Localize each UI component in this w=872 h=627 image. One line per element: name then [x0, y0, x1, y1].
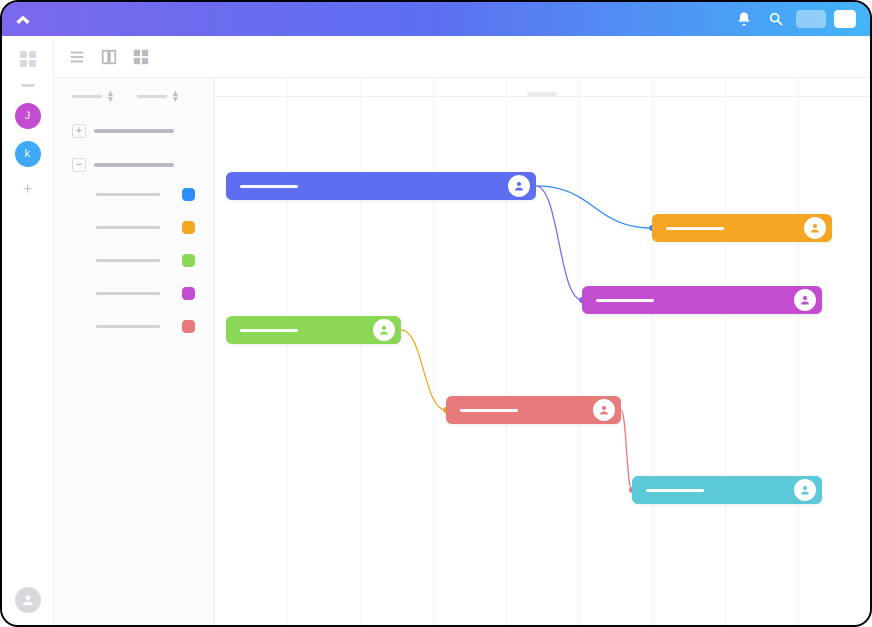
grid-view-icon[interactable] — [132, 48, 150, 66]
expand-icon[interactable]: + — [72, 124, 86, 138]
sidebar-item-label — [96, 325, 160, 328]
gantt-bar[interactable] — [582, 286, 822, 314]
sidebar-filter-2[interactable]: ▲▼ — [137, 90, 180, 102]
group-label — [94, 163, 174, 167]
view-toolbar — [54, 36, 870, 78]
gantt-bar[interactable] — [632, 476, 822, 504]
color-dot — [182, 221, 195, 234]
gantt-bar[interactable] — [446, 396, 621, 424]
sidebar-item[interactable] — [54, 178, 213, 211]
board-view-icon[interactable] — [100, 48, 118, 66]
task-label — [240, 329, 298, 332]
app-window: J k + ▲▼ — [0, 0, 872, 627]
sidebar-group-header[interactable]: − — [54, 152, 213, 178]
bell-icon[interactable] — [734, 9, 754, 29]
sidebar-item-label — [96, 259, 160, 262]
color-dot — [182, 320, 195, 333]
topbar-chip-1[interactable] — [796, 10, 826, 28]
assignee-avatar[interactable] — [508, 175, 530, 197]
timeline-drag-handle[interactable] — [527, 92, 557, 96]
gantt-bar[interactable] — [652, 214, 832, 242]
sidebar-group-2: − — [54, 148, 213, 347]
task-label — [666, 227, 724, 230]
sidebar-filter-1[interactable]: ▲▼ — [72, 90, 115, 102]
sidebar-item[interactable] — [54, 310, 213, 343]
assignee-avatar[interactable] — [373, 319, 395, 341]
sidebar-item-label — [96, 193, 160, 196]
workspace-avatar-1[interactable]: J — [15, 103, 41, 129]
app-logo[interactable] — [12, 8, 34, 30]
sidebar-item-label — [96, 292, 160, 295]
sidebar-item[interactable] — [54, 244, 213, 277]
task-label — [460, 409, 518, 412]
gantt-bar[interactable] — [226, 172, 536, 200]
top-bar — [2, 2, 870, 36]
gantt-chart[interactable] — [214, 78, 870, 625]
color-dot — [182, 188, 195, 201]
sidebar-item[interactable] — [54, 277, 213, 310]
gantt-bar[interactable] — [226, 316, 401, 344]
sidebar-item-label — [96, 226, 160, 229]
workspace-avatar-2[interactable]: k — [15, 141, 41, 167]
color-dot — [182, 254, 195, 267]
sidebar-item[interactable] — [54, 211, 213, 244]
collapse-icon[interactable]: − — [72, 158, 86, 172]
collapse-icon[interactable] — [21, 84, 35, 87]
sidebar-group-1: + — [54, 114, 213, 148]
profile-avatar[interactable] — [15, 587, 41, 613]
assignee-avatar[interactable] — [804, 217, 826, 239]
task-label — [240, 185, 298, 188]
list-view-icon[interactable] — [68, 48, 86, 66]
assignee-avatar[interactable] — [794, 289, 816, 311]
topbar-chip-2[interactable] — [834, 10, 856, 28]
left-rail: J k + — [2, 36, 54, 625]
search-icon[interactable] — [766, 9, 786, 29]
task-label — [596, 299, 654, 302]
task-label — [646, 489, 704, 492]
assignee-avatar[interactable] — [593, 399, 615, 421]
assignee-avatar[interactable] — [794, 479, 816, 501]
apps-icon[interactable] — [19, 50, 37, 68]
add-workspace-button[interactable]: + — [19, 181, 37, 199]
project-sidebar: ▲▼ ▲▼ + − — [54, 78, 214, 625]
group-label — [94, 129, 174, 133]
color-dot — [182, 287, 195, 300]
sidebar-group-header[interactable]: + — [54, 118, 213, 144]
